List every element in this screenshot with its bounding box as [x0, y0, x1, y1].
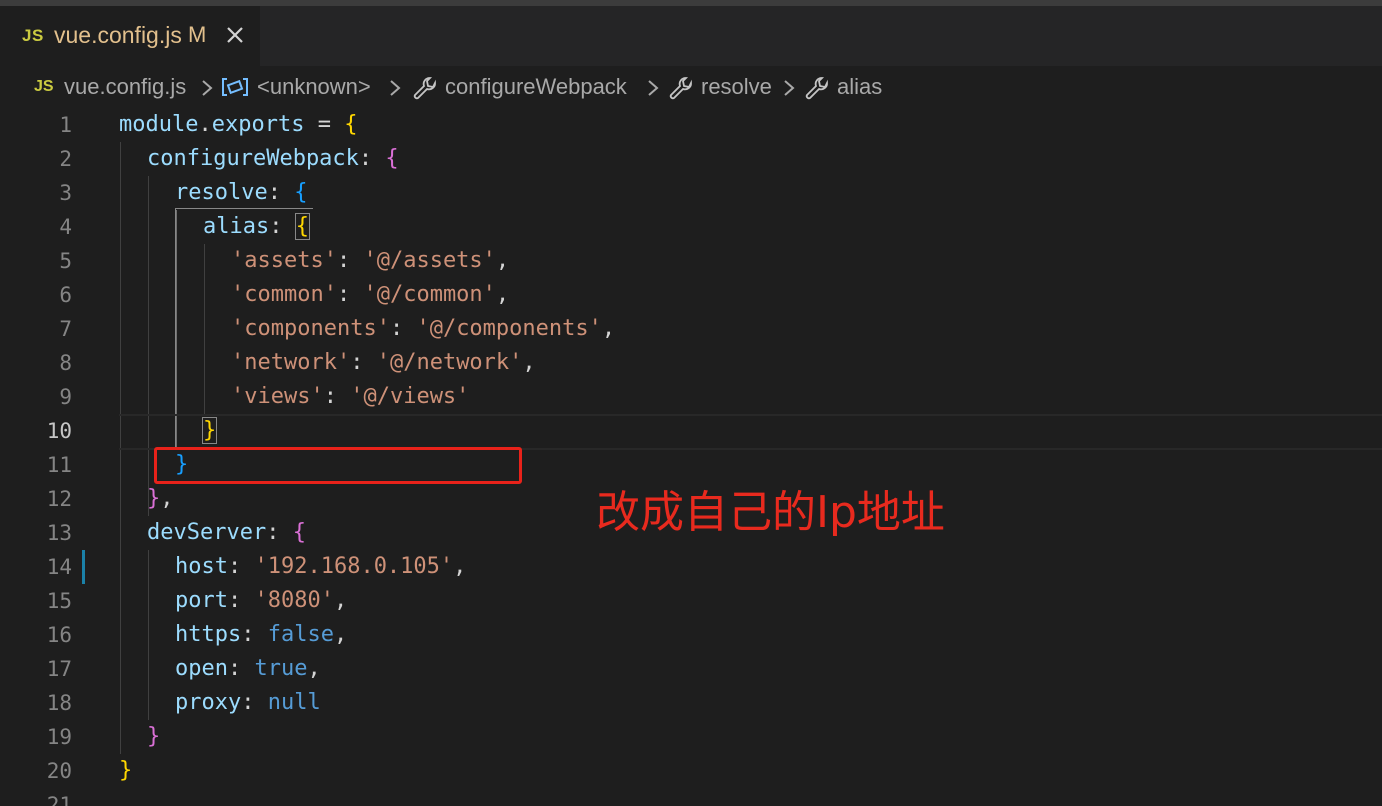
code-line: 5 'assets': '@/assets',	[0, 244, 1382, 278]
code-line: 17 open: true,	[0, 652, 1382, 686]
line-number: 13	[46, 521, 72, 545]
code-text[interactable]: 'network': '@/network',	[231, 346, 536, 380]
code-text[interactable]: }	[119, 754, 132, 788]
breadcrumb-item-alias[interactable]: alias	[837, 74, 882, 100]
line-number: 14	[46, 555, 72, 579]
code-line: 7 'components': '@/components',	[0, 312, 1382, 346]
code-text[interactable]: resolve: {	[175, 176, 307, 210]
code-text[interactable]: proxy: null	[175, 686, 321, 720]
line-number: 17	[46, 657, 72, 681]
code-line-active: 10 }	[0, 414, 1382, 448]
code-line: 15 port: '8080',	[0, 584, 1382, 618]
tab-filename: vue.config.js	[54, 22, 182, 48]
line-number: 20	[46, 759, 72, 783]
highlight-box	[154, 447, 522, 484]
annotation-text: 改成自己的Ip地址	[596, 487, 945, 538]
code-line: 1 module.exports = {	[0, 108, 1382, 142]
code-text[interactable]: }	[147, 720, 160, 754]
code-text[interactable]: host: '192.168.0.105',	[175, 550, 466, 584]
line-number: 9	[59, 385, 72, 409]
breadcrumb-item-unknown[interactable]: <unknown>	[257, 74, 371, 100]
wrench-icon	[413, 77, 436, 100]
line-number: 18	[46, 691, 72, 715]
code-text[interactable]: devServer: {	[147, 516, 306, 550]
line-number: 12	[46, 487, 72, 511]
line-number: 7	[59, 317, 72, 341]
code-text[interactable]: configureWebpack: {	[147, 142, 399, 176]
close-icon[interactable]	[222, 22, 248, 48]
breadcrumb-item-resolve[interactable]: resolve	[701, 74, 772, 100]
code-line: 2 configureWebpack: {	[0, 142, 1382, 176]
tab-vue-config[interactable]: JS vue.config.js M	[0, 6, 260, 66]
chevron-right-icon	[784, 80, 795, 96]
code-line: 21	[0, 788, 1382, 806]
breadcrumb: JS vue.config.js <unknown> configureWebp…	[0, 66, 1382, 108]
line-number: 3	[59, 181, 72, 205]
line-number: 11	[46, 453, 72, 477]
code-line: 19 }	[0, 720, 1382, 754]
breadcrumb-item-configurewebpack[interactable]: configureWebpack	[445, 74, 627, 100]
breadcrumb-item-file[interactable]: vue.config.js	[64, 74, 186, 100]
line-number: 8	[59, 351, 72, 375]
code-line: 16 https: false,	[0, 618, 1382, 652]
code-text[interactable]: 'components': '@/components',	[231, 312, 615, 346]
code-line: 18 proxy: null	[0, 686, 1382, 720]
code-text[interactable]: }	[201, 414, 218, 448]
code-line: 3 resolve: {	[0, 176, 1382, 210]
wrench-icon	[805, 77, 828, 100]
code-text[interactable]: module.exports = {	[119, 108, 357, 142]
code-text[interactable]: 'views': '@/views'	[231, 380, 469, 414]
code-line: 6 'common': '@/common',	[0, 278, 1382, 312]
code-text[interactable]: https: false,	[175, 618, 347, 652]
line-number: 15	[46, 589, 72, 613]
line-number: 6	[59, 283, 72, 307]
line-number: 5	[59, 249, 72, 273]
code-line: 8 'network': '@/network',	[0, 346, 1382, 380]
modified-badge: M	[188, 22, 207, 47]
line-number: 1	[59, 113, 72, 137]
line-number: 19	[46, 725, 72, 749]
code-text[interactable]: alias: {	[203, 210, 311, 244]
chevron-right-icon	[202, 80, 213, 96]
code-text[interactable]: 'common': '@/common',	[231, 278, 509, 312]
variable-icon	[222, 78, 248, 96]
line-number: 2	[59, 147, 72, 171]
wrench-icon	[669, 77, 692, 100]
js-file-icon: JS	[34, 78, 54, 95]
code-line: 9 'views': '@/views'	[0, 380, 1382, 414]
code-text[interactable]: port: '8080',	[175, 584, 347, 618]
line-number: 16	[46, 623, 72, 647]
code-line: 14 host: '192.168.0.105',	[0, 550, 1382, 584]
line-number: 21	[46, 793, 72, 806]
js-file-icon: JS	[22, 26, 44, 45]
code-text[interactable]: open: true,	[175, 652, 321, 686]
code-text[interactable]: },	[147, 482, 174, 516]
code-line: 4 alias: {	[0, 210, 1382, 244]
tab-bar: JS vue.config.js M	[0, 6, 1382, 66]
chevron-right-icon	[390, 80, 401, 96]
line-number: 4	[59, 215, 72, 239]
line-number-active: 10	[46, 419, 72, 443]
code-line: 20 }	[0, 754, 1382, 788]
chevron-right-icon	[648, 80, 659, 96]
code-text[interactable]: 'assets': '@/assets',	[231, 244, 509, 278]
